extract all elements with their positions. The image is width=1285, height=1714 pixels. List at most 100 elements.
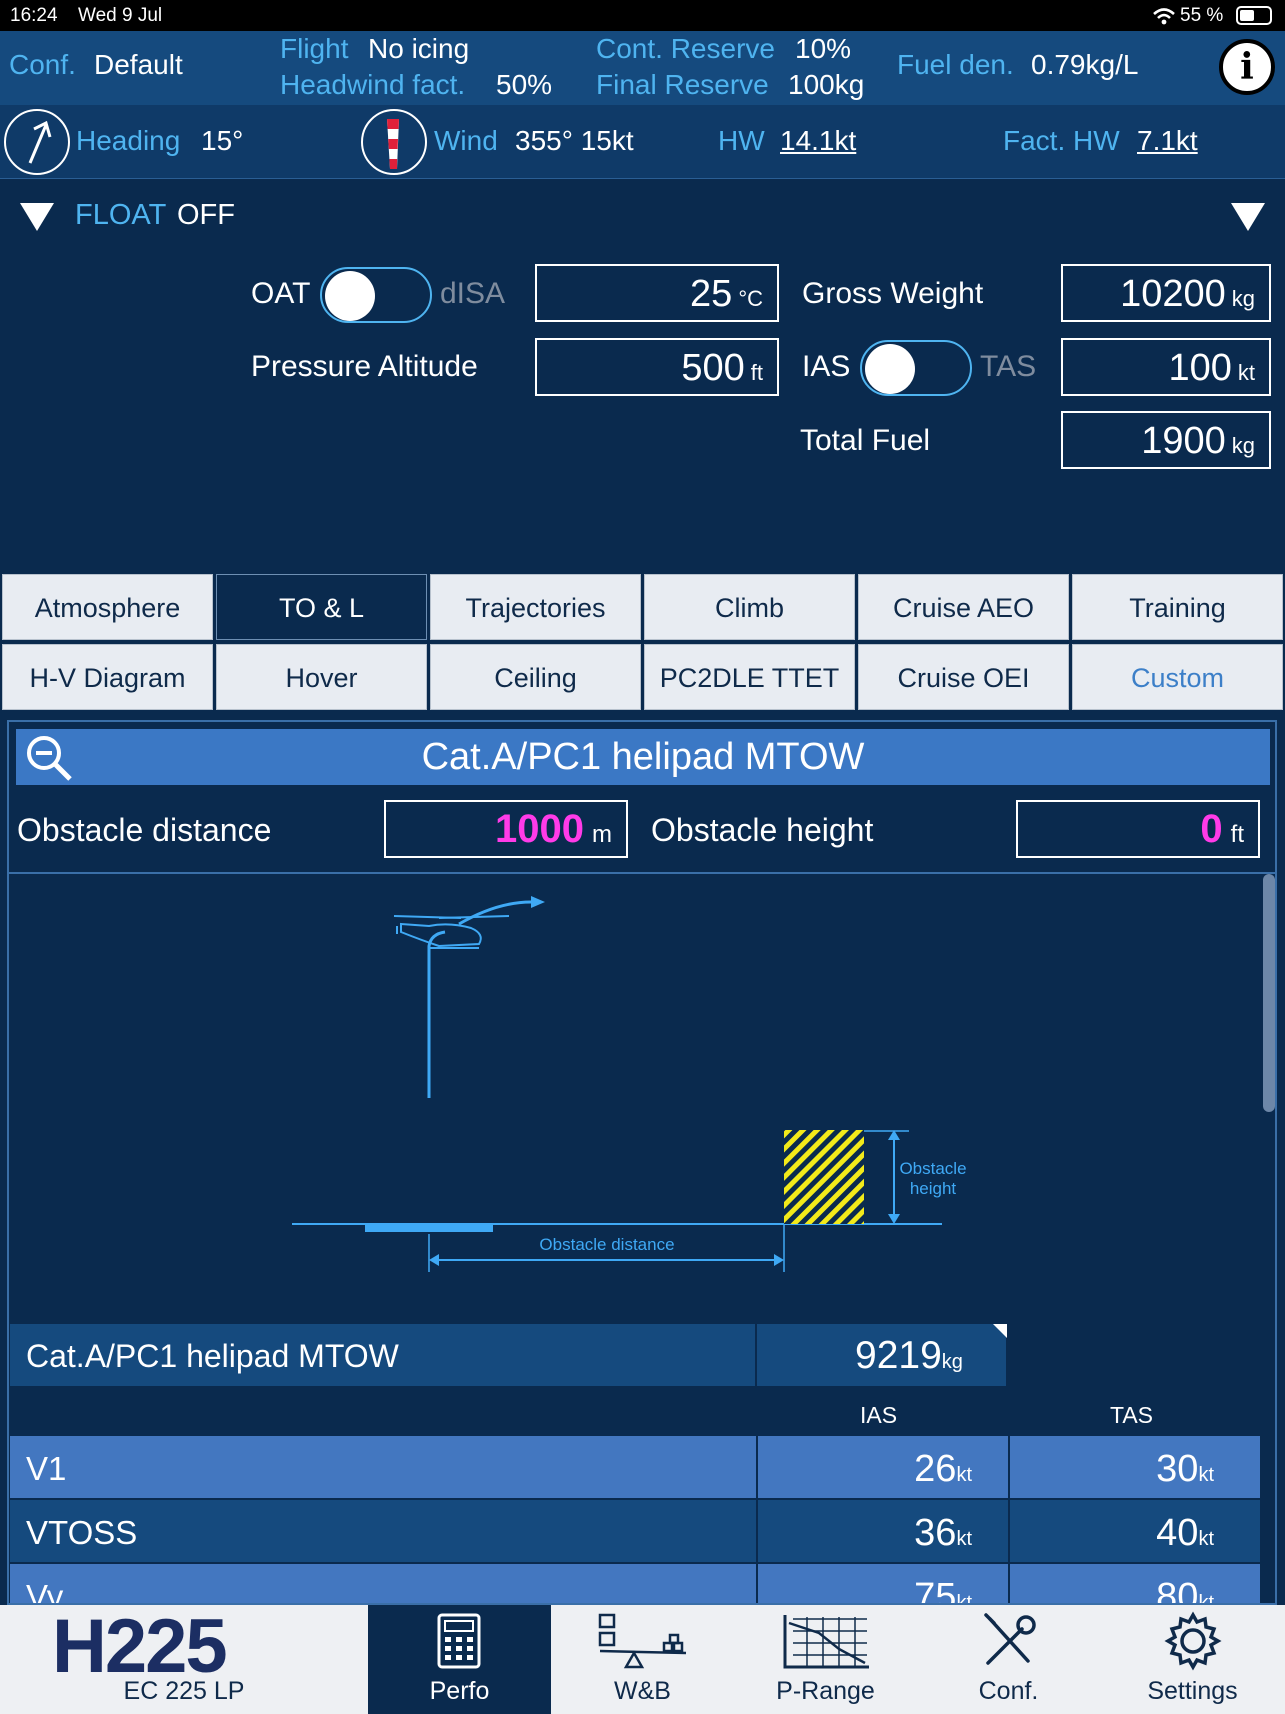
nav-wb[interactable]: W&B [551, 1605, 734, 1714]
fuel-den-value[interactable]: 0.79kg/L [1031, 49, 1138, 81]
tab-cruise-aeo[interactable]: Cruise AEO [858, 574, 1069, 640]
fact-hw-value[interactable]: 7.1kt [1137, 125, 1198, 157]
obstacle-distance-label: Obstacle distance [17, 812, 272, 848]
cont-reserve-label: Cont. Reserve [596, 33, 775, 64]
tools-icon [984, 1613, 1036, 1665]
ias-label: IAS [802, 350, 851, 383]
conf-label: Conf. [9, 49, 76, 80]
obstacle-height-label: Obstacle height [651, 812, 874, 848]
tab-trajectories[interactable]: Trajectories [430, 574, 641, 640]
flight-label: Flight [280, 33, 349, 64]
tab-cruise-oei[interactable]: Cruise OEI [858, 644, 1069, 710]
obstacle-height-caption-line2: height [910, 1179, 957, 1198]
heading-arrow-icon[interactable] [4, 109, 70, 175]
mtow-label: Cat.A/PC1 helipad MTOW [26, 1338, 399, 1374]
temperature-input[interactable]: 25 °C [535, 264, 779, 322]
float-value[interactable]: OFF [177, 199, 235, 232]
speed-tas-cell: 40kt [1008, 1500, 1260, 1562]
tab-h-v-diagram[interactable]: H-V Diagram [2, 644, 213, 710]
windsock-icon[interactable] [361, 109, 427, 175]
headwind-label: Headwind fact. [280, 69, 466, 100]
speed-row-vtoss: VTOSS 36kt 40kt [10, 1500, 1260, 1562]
tab-training[interactable]: Training [1072, 574, 1283, 640]
mtow-value: 9219kg [855, 1334, 963, 1377]
corner-indicator-icon [993, 1324, 1007, 1338]
result-panel: Cat.A/PC1 helipad MTOW Obstacle distance… [7, 720, 1277, 1605]
forward-flight-path [458, 900, 532, 926]
tab-climb[interactable]: Climb [644, 574, 855, 640]
col-ias-header: IAS [860, 1402, 898, 1428]
tab-custom[interactable]: Custom [1072, 644, 1283, 710]
status-date: Wed 9 Jul [78, 5, 163, 26]
hw-label: HW [718, 125, 765, 156]
battery-icon [1236, 6, 1272, 25]
heading-value[interactable]: 15° [201, 125, 243, 157]
float-label: FLOAT [75, 199, 167, 231]
config-header[interactable]: Conf. Default Flight No icing Headwind f… [0, 31, 1285, 105]
tab-ceiling[interactable]: Ceiling [430, 644, 641, 710]
gear-icon [1164, 1611, 1222, 1671]
oat-label: OAT [251, 277, 311, 310]
tab-atmosphere[interactable]: Atmosphere [2, 574, 213, 640]
helicopter-icon [393, 915, 510, 949]
tab-hover[interactable]: Hover [216, 644, 427, 710]
nav-settings[interactable]: Settings [1100, 1605, 1285, 1714]
tab-to-l[interactable]: TO & L [216, 574, 427, 640]
battery-percent: 55 % [1180, 5, 1224, 26]
speed-ias-cell: 36kt [756, 1500, 1006, 1562]
info-button[interactable]: i [1219, 39, 1275, 95]
cont-reserve-value[interactable]: 10% [795, 33, 851, 65]
obstacle-height-input[interactable]: 0 ft [1016, 800, 1260, 858]
ias-tas-toggle[interactable] [860, 340, 972, 396]
nav-conf[interactable]: Conf. [917, 1605, 1100, 1714]
flight-value[interactable]: No icing [368, 33, 469, 65]
airspeed-input[interactable]: 100 kt [1061, 338, 1271, 396]
heading-label: Heading [76, 125, 181, 156]
disa-label: dISA [440, 277, 506, 310]
panel-scrollbar[interactable] [1263, 874, 1275, 1112]
obstacle-height-caption-line1: Obstacle [899, 1159, 966, 1178]
pressure-altitude-input[interactable]: 500 ft [535, 338, 779, 396]
calculator-icon [437, 1613, 481, 1669]
bottom-nav: H225 EC 225 LP Perfo W&B P-Range Conf. S… [0, 1604, 1285, 1714]
obstacle-distance-caption: Obstacle distance [539, 1235, 674, 1254]
fuel-den-label: Fuel den. [897, 49, 1014, 80]
speed-name: V1 [26, 1450, 67, 1487]
wind-label: Wind [434, 125, 498, 156]
speed-name: VTOSS [26, 1514, 138, 1551]
tab-pc2dle-ttet[interactable]: PC2DLE TTET [644, 644, 855, 710]
nav-perfo[interactable]: Perfo [368, 1605, 551, 1714]
obstacle-distance-input[interactable]: 1000 m [384, 800, 628, 858]
expand-dropdown-icon[interactable] [1231, 203, 1265, 231]
tas-label: TAS [980, 350, 1037, 383]
takeoff-diagram: Obstacle height Obstacle distance [292, 896, 967, 1272]
pressure-altitude-label: Pressure Altitude [251, 350, 478, 383]
nav-prange[interactable]: P-Range [734, 1605, 917, 1714]
speed-ias-cell: 75kt [756, 1564, 1006, 1603]
wind-row[interactable]: Heading 15° Wind 355° 15kt HW 14.1kt Fac… [0, 105, 1285, 179]
wifi-icon [1153, 8, 1175, 25]
vertical-climb-path [427, 930, 446, 1098]
wind-value[interactable]: 355° 15kt [515, 125, 634, 157]
balance-icon [598, 1613, 687, 1669]
conf-value[interactable]: Default [94, 49, 183, 81]
zoom-out-icon[interactable] [24, 733, 74, 783]
speed-tas-cell: 30kt [1008, 1436, 1260, 1498]
float-collapse-icon[interactable] [20, 203, 54, 231]
gross-weight-input[interactable]: 10200 kg [1061, 264, 1271, 322]
total-fuel-input[interactable]: 1900 kg [1061, 411, 1271, 469]
col-tas-header: TAS [1110, 1402, 1154, 1428]
headwind-value[interactable]: 50% [496, 69, 552, 101]
final-reserve-value[interactable]: 100kg [788, 69, 864, 101]
oat-disa-toggle[interactable] [320, 267, 432, 323]
speed-row-vy: Vy 75kt 80kt [10, 1564, 1260, 1603]
speed-ias-cell: 26kt [756, 1436, 1006, 1498]
panel-title: Cat.A/PC1 helipad MTOW [421, 736, 865, 778]
hw-value[interactable]: 14.1kt [780, 125, 856, 157]
helipad [365, 1223, 493, 1232]
speed-tas-cell: 80kt [1008, 1564, 1260, 1603]
height-arrow-down-icon [888, 1214, 900, 1224]
flight-arrow-icon [531, 896, 545, 908]
distance-arrow-right-icon [774, 1254, 784, 1266]
total-fuel-label: Total Fuel [800, 424, 931, 457]
